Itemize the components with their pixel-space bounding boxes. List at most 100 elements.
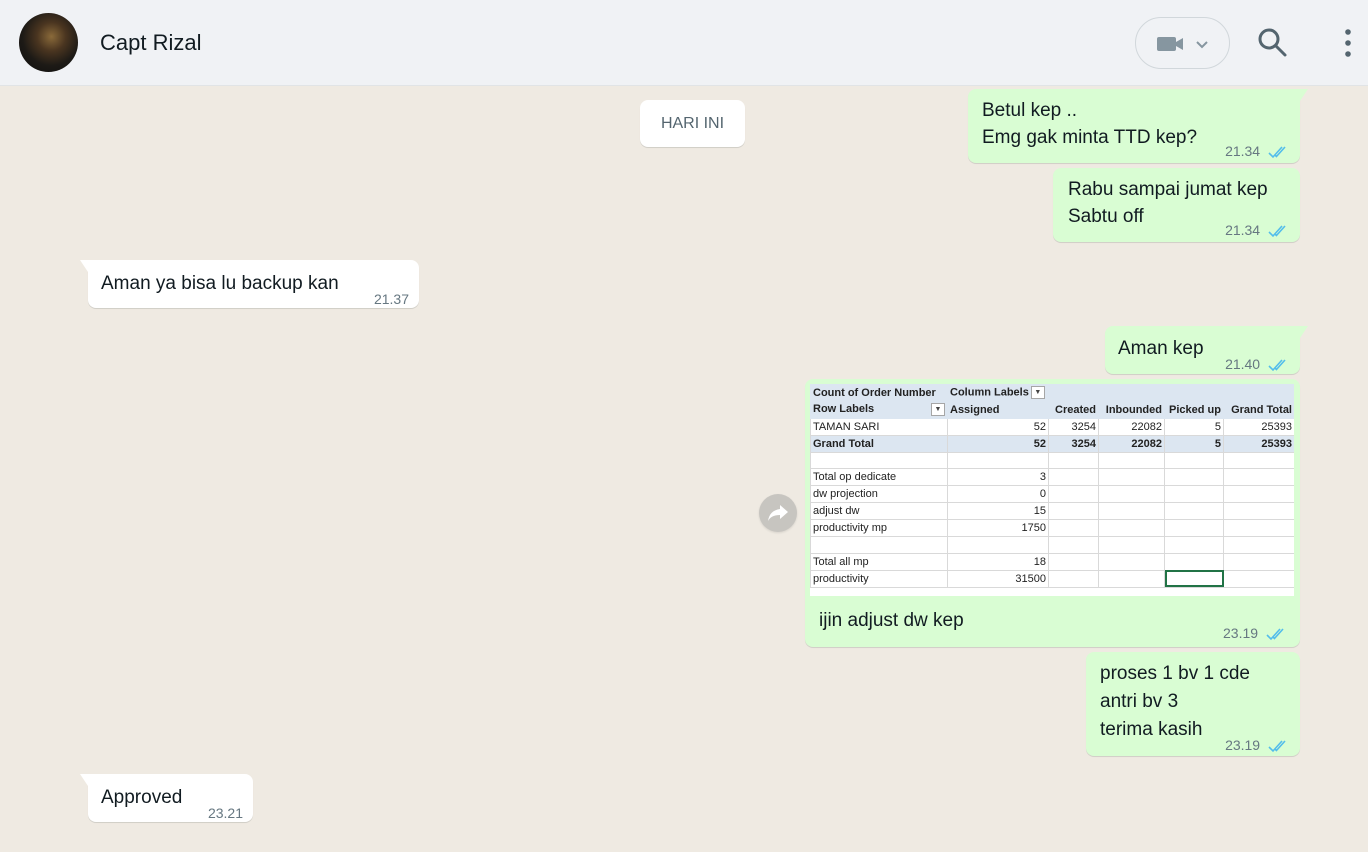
forward-button[interactable]	[759, 494, 797, 532]
table-cell	[1223, 468, 1294, 487]
table-cell	[1164, 468, 1224, 487]
table-cell	[947, 536, 1049, 554]
table-cell	[1048, 451, 1099, 470]
message-text: antri bv 3	[1100, 691, 1179, 712]
table-row: productivity mp 1750	[810, 519, 1294, 538]
message-text: Betul kep ..	[982, 100, 1078, 121]
table-cell: 22082	[1098, 417, 1165, 436]
message-time: 23.19	[1225, 737, 1261, 753]
double-check-icon	[1268, 740, 1286, 753]
table-cell	[1098, 485, 1165, 504]
table-cell	[1098, 519, 1165, 538]
double-check-icon	[1268, 146, 1286, 159]
table-cell	[1098, 468, 1165, 487]
table-row: dw projection 0	[810, 485, 1294, 504]
contact-avatar[interactable]	[19, 13, 78, 72]
table-cell: 0	[947, 485, 1049, 504]
table-cell: 52	[947, 434, 1049, 453]
chevron-down-icon	[1196, 41, 1208, 49]
table-row: Count of Order Number Column Labels ▼	[810, 384, 1294, 402]
message-bubble-incoming[interactable]: Aman ya bisa lu backup kan 21.37	[80, 260, 419, 308]
table-cell: 3	[947, 468, 1049, 487]
table-cell	[1048, 502, 1099, 521]
chat-area[interactable]: HARI INI Betul kep .. Emg gak minta TTD …	[0, 86, 1368, 852]
table-cell	[1223, 485, 1294, 504]
pivot-table: Count of Order Number Column Labels ▼ Row…	[810, 384, 1294, 588]
message-bubble-outgoing[interactable]: Rabu sampai jumat kep Sabtu off 21.34	[1053, 168, 1300, 242]
table-cell: Created	[1048, 400, 1099, 419]
table-cell	[1223, 451, 1294, 470]
table-row: Grand Total 52 3254 22082 5 25393	[810, 434, 1294, 453]
table-cell	[1223, 569, 1294, 588]
table-cell	[1164, 451, 1224, 470]
message-meta: 21.34	[1225, 216, 1290, 244]
message-text: Aman ya bisa lu backup kan	[101, 273, 339, 294]
table-cell: Picked up	[1164, 400, 1224, 419]
message-bubble-outgoing[interactable]: proses 1 bv 1 cde antri bv 3 terima kasi…	[1086, 652, 1300, 756]
table-cell	[1098, 384, 1165, 402]
table-cell	[1048, 536, 1099, 554]
message-meta: 21.34	[1225, 137, 1290, 165]
double-check-icon	[1268, 359, 1286, 372]
table-cell: 25393	[1223, 434, 1294, 453]
table-row: TAMAN SARI 52 3254 22082 5 25393	[810, 417, 1294, 436]
table-cell	[1098, 536, 1165, 554]
table-row: Total op dedicate 3	[810, 468, 1294, 487]
table-cell	[1048, 519, 1099, 538]
message-time: 23.21	[207, 805, 243, 821]
message-time: 21.40	[1225, 356, 1261, 372]
table-cell	[1164, 384, 1224, 402]
table-cell	[1164, 502, 1224, 521]
table-cell: Grand Total	[810, 434, 948, 453]
table-cell	[1048, 552, 1099, 571]
video-call-icon	[1157, 37, 1208, 51]
forward-icon	[768, 505, 788, 521]
message-meta: 23.21	[208, 799, 243, 827]
message-meta: 23.19	[1223, 625, 1288, 641]
chat-header: Capt Rizal	[0, 0, 1368, 86]
message-text: Approved	[101, 787, 183, 808]
table-cell: 52	[947, 417, 1049, 436]
table-row: productivity 31500	[810, 569, 1294, 588]
message-meta: 21.37	[374, 285, 409, 313]
table-cell: 31500	[947, 569, 1049, 588]
table-cell: productivity mp	[810, 519, 948, 538]
table-cell: Grand Total	[1223, 400, 1294, 419]
table-cell: Row Labels ▼	[810, 400, 948, 419]
message-meta: 21.40	[1225, 350, 1290, 378]
video-call-button[interactable]	[1135, 17, 1230, 69]
table-cell: Total all mp	[810, 552, 948, 571]
table-cell	[1223, 384, 1294, 402]
filter-dropdown-icon: ▼	[1030, 386, 1045, 400]
message-bubble-incoming[interactable]: Approved 23.21	[80, 774, 253, 822]
message-text: Emg gak minta TTD kep?	[982, 127, 1198, 148]
table-cell	[1048, 569, 1099, 588]
message-text: Rabu sampai jumat kep	[1068, 179, 1268, 200]
message-bubble-outgoing[interactable]: Betul kep .. Emg gak minta TTD kep? 21.3…	[968, 89, 1308, 165]
message-caption: ijin adjust dw kep	[819, 610, 964, 631]
message-meta: 23.19	[1225, 731, 1290, 759]
table-row: Row Labels ▼ Assigned Created Inbounded P…	[810, 400, 1294, 419]
filter-dropdown-icon: ▼	[931, 403, 945, 417]
table-cell: Inbounded	[1098, 400, 1165, 419]
table-cell	[810, 451, 948, 470]
table-row: Total all mp 18	[810, 552, 1294, 571]
table-cell	[1223, 552, 1294, 571]
message-text: terima kasih	[1100, 719, 1203, 740]
double-check-icon	[1266, 628, 1284, 641]
message-time: 21.34	[1225, 222, 1261, 238]
search-button[interactable]	[1257, 27, 1289, 64]
message-text: Aman kep	[1118, 338, 1204, 359]
table-cell: Column Labels ▼	[947, 384, 1049, 402]
table-cell	[1223, 519, 1294, 538]
table-cell	[1164, 519, 1224, 538]
table-cell: 3254	[1048, 434, 1099, 453]
message-bubble-outgoing[interactable]: Aman kep 21.40	[1105, 326, 1308, 374]
table-cell: 5	[1164, 434, 1224, 453]
contact-name[interactable]: Capt Rizal	[100, 30, 201, 56]
menu-button[interactable]	[1338, 27, 1358, 64]
table-cell	[947, 451, 1049, 470]
spreadsheet-image[interactable]: Count of Order Number Column Labels ▼ Row…	[810, 384, 1294, 596]
table-cell	[1048, 485, 1099, 504]
table-cell	[1164, 552, 1224, 571]
